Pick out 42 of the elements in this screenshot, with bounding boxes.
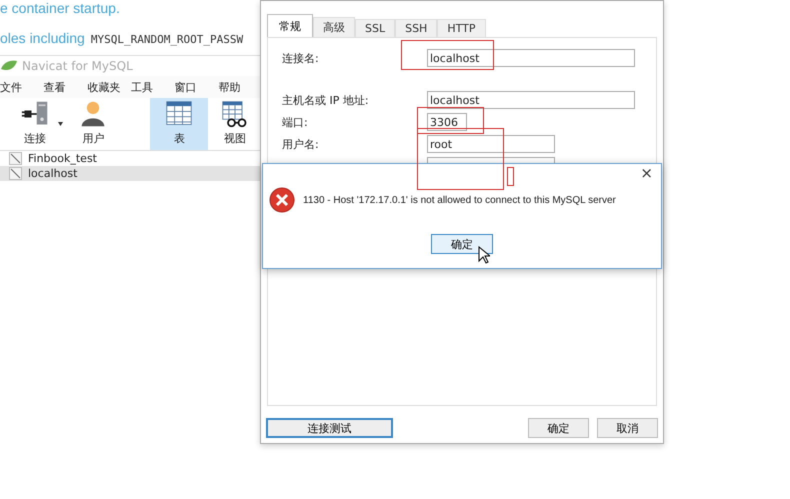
window-title: Navicat for MySQL [22, 59, 133, 73]
menu-item[interactable]: 帮助 [218, 80, 262, 94]
toolbar-button[interactable]: 视图 [208, 98, 262, 150]
menu-item[interactable]: 窗口 [174, 80, 218, 94]
close-button[interactable]: × [640, 164, 653, 184]
code-text: MYSQL_RANDOM_ROOT_PASSW [90, 33, 244, 46]
input-field[interactable]: localhost [427, 91, 635, 109]
menu-item[interactable]: 收藏夹 [87, 80, 132, 94]
menu-item[interactable]: 工具 [131, 80, 175, 94]
dialog-button[interactable]: 取消 [597, 418, 658, 438]
dialog-button[interactable]: 连接测试 [266, 418, 393, 438]
ok-button[interactable]: 确定 [431, 234, 493, 254]
error-message: 1130 - Host '172.17.0.1' is not allowed to connect to this MySQL server [303, 194, 616, 206]
page-text: oles including [0, 30, 85, 46]
field-label: 主机名或 IP 地址: [282, 92, 370, 108]
tab[interactable]: 高级 [313, 17, 355, 37]
toolbar-button[interactable]: 表 [150, 98, 208, 150]
tab[interactable]: HTTP [437, 19, 486, 37]
error-icon [269, 187, 295, 213]
menu-item[interactable]: 查看 [44, 80, 88, 94]
toolbar-button[interactable]: 连接 [8, 98, 62, 150]
dialog-button[interactable]: 确定 [528, 418, 589, 438]
connection-icon [9, 167, 22, 180]
mouse-cursor-icon [478, 246, 490, 264]
dropdown-icon [58, 122, 63, 126]
field-label: 用户名: [282, 136, 320, 152]
leaf-icon [0, 59, 18, 73]
input-field[interactable]: localhost [427, 49, 635, 67]
field-label: 端口: [282, 114, 309, 130]
annotation-box [507, 167, 514, 186]
input-field[interactable]: 3306 [427, 113, 467, 131]
menu-item[interactable]: 文件 [0, 80, 44, 94]
connection-item[interactable]: Finbook_test [0, 151, 262, 166]
connection-item[interactable]: localhost [0, 166, 262, 181]
input-field[interactable]: root [427, 135, 555, 153]
tab[interactable]: SSH [395, 19, 438, 37]
connection-icon [9, 152, 22, 165]
field-label: 连接名: [282, 50, 320, 66]
page-text: e container startup. [0, 0, 120, 16]
tab[interactable]: 常规 [267, 14, 313, 37]
toolbar-button[interactable]: 用户 [66, 98, 120, 150]
tab[interactable]: SSL [355, 19, 396, 37]
